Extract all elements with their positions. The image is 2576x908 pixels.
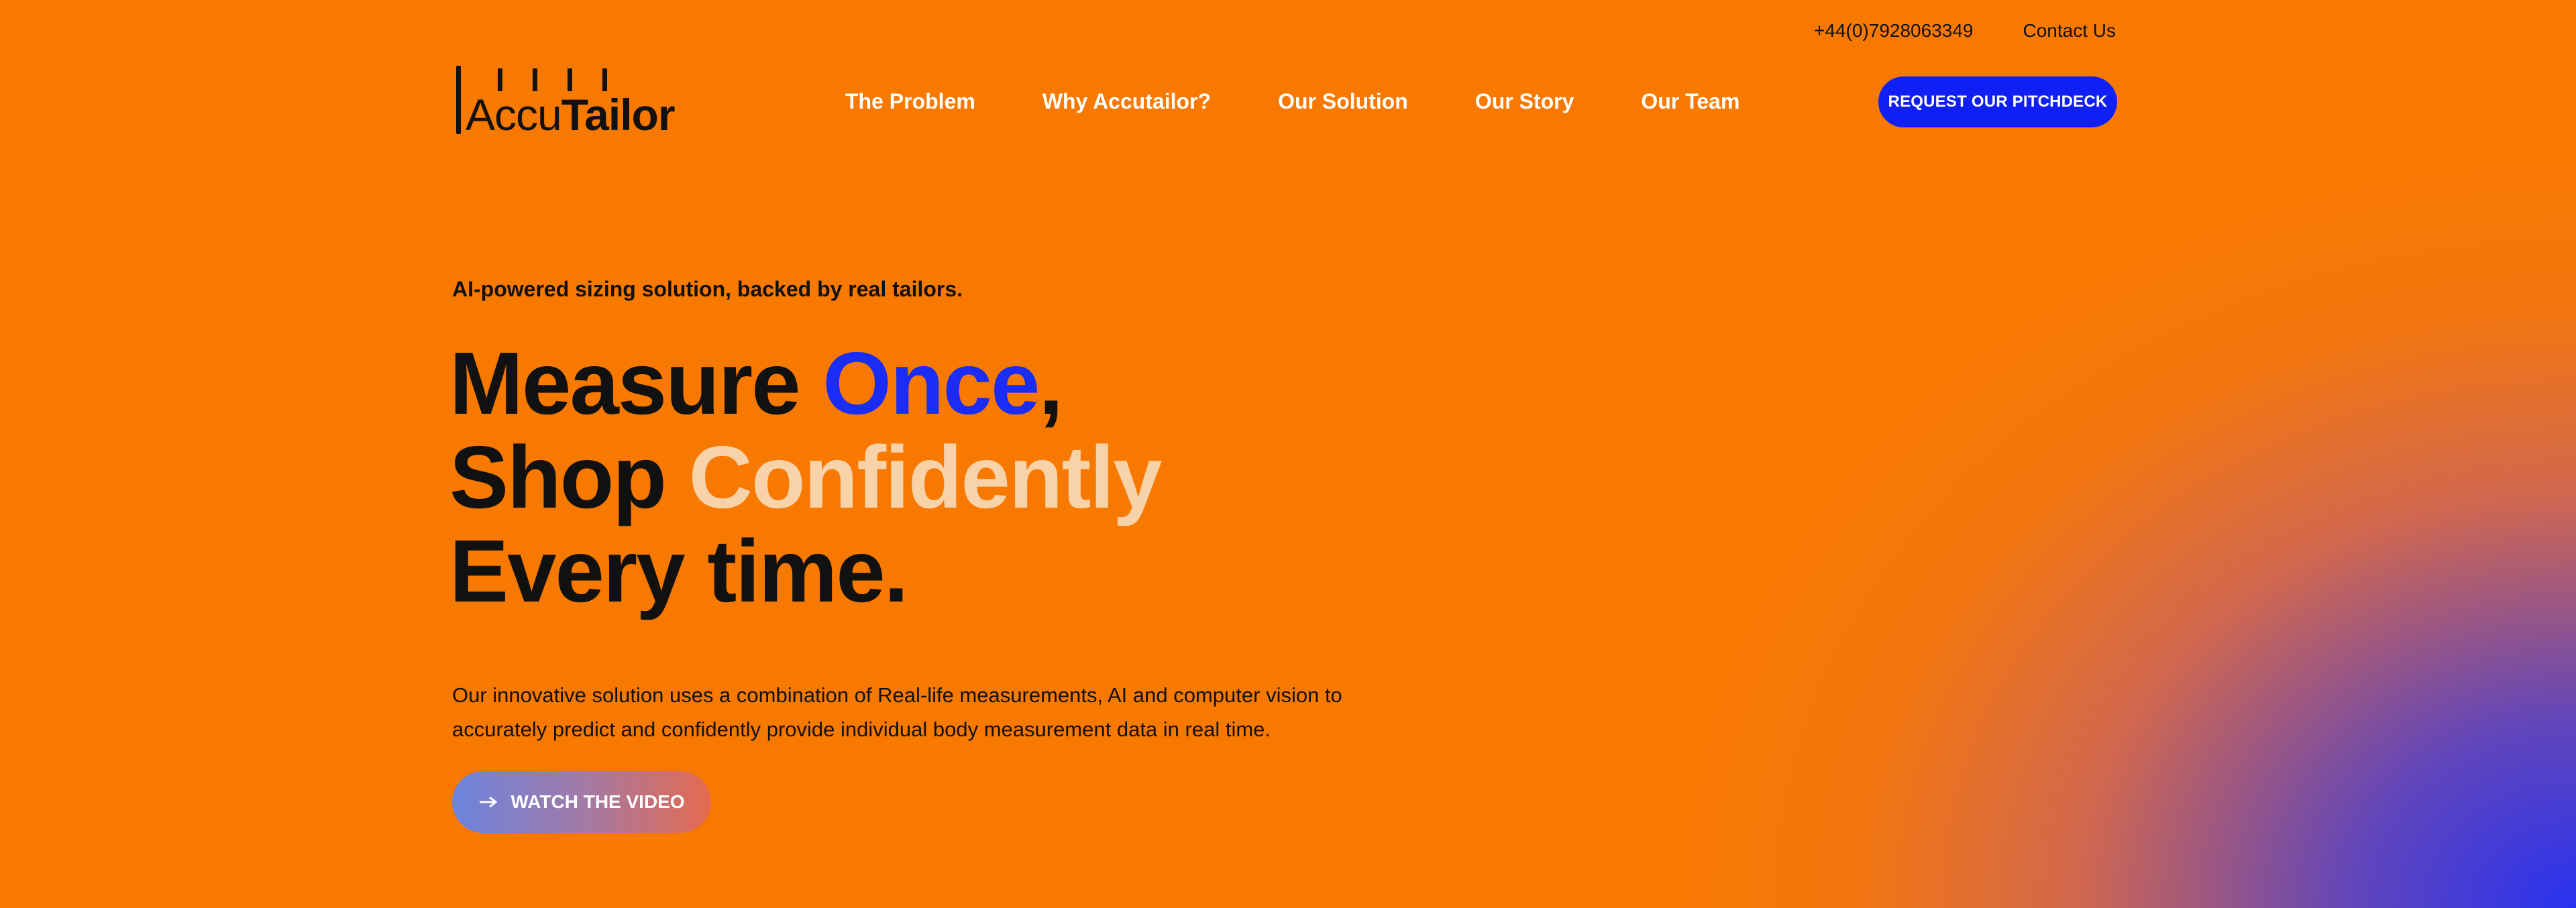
phone-link[interactable]: +44(0)7928063349 bbox=[1814, 20, 1973, 42]
headline-line-2: Shop Confidently bbox=[449, 428, 1163, 526]
nav-item-the-problem[interactable]: The Problem bbox=[845, 89, 975, 114]
logo-wordmark: AccuTailor bbox=[466, 90, 676, 139]
nav-item-why-accutailor[interactable]: Why Accutailor? bbox=[1042, 89, 1211, 114]
hero-description: Our innovative solution uses a combinati… bbox=[452, 683, 1342, 741]
watch-video-button[interactable]: WATCH THE VIDEO bbox=[452, 771, 711, 833]
headline-line-1: Measure Once, bbox=[449, 334, 1063, 433]
nav-item-our-team[interactable]: Our Team bbox=[1641, 89, 1739, 114]
watch-video-label: WATCH THE VIDEO bbox=[511, 791, 685, 812]
hero-headline: Measure Once, Shop Confidently Every tim… bbox=[449, 334, 1163, 620]
nav-item-our-solution[interactable]: Our Solution bbox=[1278, 89, 1408, 114]
hero-kicker: AI-powered sizing solution, backed by re… bbox=[452, 277, 963, 301]
contact-link[interactable]: Contact Us bbox=[2023, 20, 2116, 42]
background-gradient bbox=[0, 0, 2576, 908]
headline-line-3: Every time. bbox=[449, 522, 908, 620]
request-pitchdeck-button[interactable]: REQUEST OUR PITCHDECK bbox=[1878, 76, 2117, 127]
topbar: +44(0)7928063349 Contact Us bbox=[1814, 20, 2116, 42]
nav-item-our-story[interactable]: Our Story bbox=[1475, 89, 1574, 114]
main-nav: The Problem Why Accutailor? Our Solution… bbox=[845, 89, 1739, 114]
logo[interactable]: AccuTailor bbox=[452, 66, 700, 137]
arrow-right-icon bbox=[480, 796, 498, 808]
